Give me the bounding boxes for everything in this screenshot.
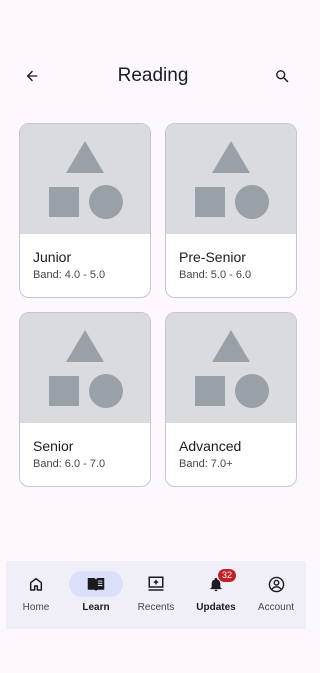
card-title: Junior bbox=[33, 249, 72, 265]
nav-icon-container: 32 bbox=[189, 569, 243, 597]
card-image bbox=[20, 313, 150, 423]
level-card-senior[interactable]: Senior Band: 6.0 - 7.0 bbox=[19, 312, 151, 487]
nav-icon-container bbox=[249, 571, 303, 597]
notification-badge: 32 bbox=[218, 569, 236, 582]
card-image bbox=[20, 124, 150, 234]
search-button[interactable] bbox=[270, 64, 294, 88]
card-band: Band: 7.0+ bbox=[179, 458, 233, 470]
nav-item-updates[interactable]: 32 Updates bbox=[186, 561, 246, 629]
level-card-pre-senior[interactable]: Pre-Senior Band: 5.0 - 6.0 bbox=[165, 123, 297, 298]
nav-icon-container bbox=[9, 571, 63, 597]
nav-active-indicator bbox=[69, 571, 123, 597]
recents-icon bbox=[148, 576, 164, 591]
nav-item-account[interactable]: Account bbox=[246, 561, 306, 629]
card-title: Pre-Senior bbox=[179, 249, 246, 265]
nav-label: Learn bbox=[82, 602, 110, 613]
card-band: Band: 6.0 - 7.0 bbox=[33, 458, 106, 470]
nav-label: Account bbox=[257, 602, 295, 613]
nav-item-recents[interactable]: Recents bbox=[126, 561, 186, 629]
nav-label: Updates bbox=[196, 602, 236, 613]
level-card-junior[interactable]: Junior Band: 4.0 - 5.0 bbox=[19, 123, 151, 298]
card-title: Senior bbox=[33, 438, 74, 454]
nav-icon-container bbox=[129, 571, 183, 597]
nav-label: Recents bbox=[137, 602, 175, 613]
page-title: Reading bbox=[117, 65, 189, 86]
home-icon bbox=[29, 577, 43, 591]
nav-item-learn[interactable]: Learn bbox=[66, 561, 126, 629]
top-app-bar: Reading bbox=[0, 58, 306, 94]
book-icon bbox=[87, 578, 105, 591]
search-icon bbox=[275, 69, 289, 83]
shapes-placeholder-icon bbox=[195, 141, 269, 219]
level-card-grid: Junior Band: 4.0 - 5.0 Pre-Senior Band: … bbox=[19, 123, 297, 487]
account-icon bbox=[268, 576, 284, 592]
card-title: Advanced bbox=[179, 438, 242, 454]
nav-label: Home bbox=[22, 602, 50, 613]
card-band: Band: 5.0 - 6.0 bbox=[179, 269, 252, 281]
card-image bbox=[166, 313, 296, 423]
level-card-advanced[interactable]: Advanced Band: 7.0+ bbox=[165, 312, 297, 487]
card-band: Band: 4.0 - 5.0 bbox=[33, 269, 106, 281]
card-image bbox=[166, 124, 296, 234]
nav-item-home[interactable]: Home bbox=[6, 561, 66, 629]
shapes-placeholder-icon bbox=[195, 330, 269, 408]
shapes-placeholder-icon bbox=[49, 141, 123, 219]
shapes-placeholder-icon bbox=[49, 330, 123, 408]
bottom-navigation-bar: Home Learn Recents 32 Updates Account bbox=[6, 561, 306, 629]
